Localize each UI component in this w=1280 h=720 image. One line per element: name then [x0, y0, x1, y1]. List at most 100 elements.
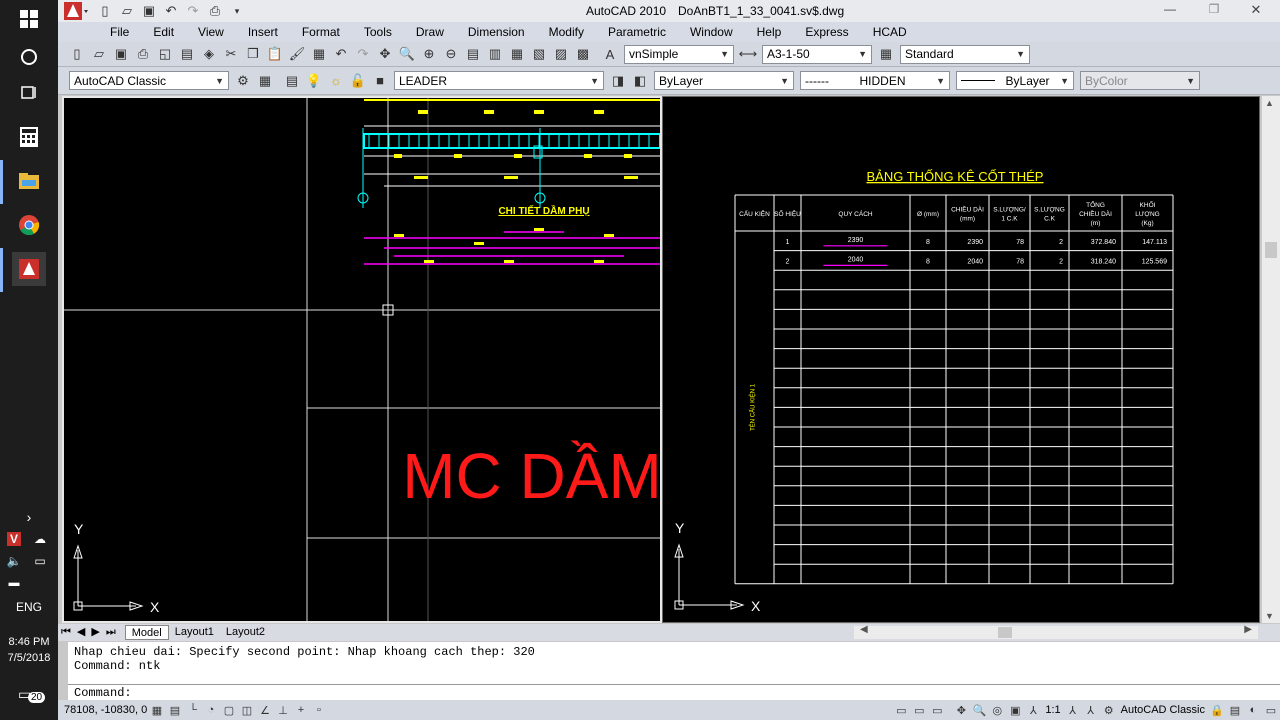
zoom-realtime-icon[interactable]: 🔍	[397, 44, 417, 64]
command-input[interactable]: Command:	[68, 684, 1280, 700]
menu-window[interactable]: Window	[678, 25, 745, 39]
lineweight-select[interactable]: ByLayer ▼	[956, 71, 1074, 90]
first-tab-icon[interactable]: ⏮	[58, 625, 74, 640]
text-style-select[interactable]: vnSimple ▼	[624, 44, 734, 64]
3d-osnap-icon[interactable]: ◫	[238, 702, 256, 718]
clock-time[interactable]: 8:46 PM	[0, 636, 58, 648]
paste-icon[interactable]: 📋	[265, 44, 285, 64]
make-current-layer-icon[interactable]: ◨	[608, 71, 628, 91]
quick-view-layouts-icon[interactable]: ▭	[910, 702, 928, 718]
zoom-previous-icon[interactable]: ⊖	[441, 44, 461, 64]
layer-select[interactable]: LEADER ▼	[394, 71, 604, 90]
layer-unlock-icon[interactable]: 🔓	[348, 71, 368, 91]
isolate-objects-icon[interactable]: ◐	[1244, 702, 1262, 718]
vertical-scroll-thumb[interactable]	[1265, 242, 1277, 258]
close-button[interactable]: ✕	[1244, 2, 1268, 18]
object-snap-icon[interactable]: ▢	[220, 702, 238, 718]
last-tab-icon[interactable]: ⏭	[103, 625, 119, 640]
layer-on-bulb-icon[interactable]: 💡	[304, 71, 324, 91]
auto-scale-icon[interactable]: ⅄	[1082, 702, 1100, 718]
new-qa-icon[interactable]: ▯	[95, 1, 115, 21]
save-qa-icon[interactable]: ▣	[139, 1, 159, 21]
ortho-mode-icon[interactable]: └	[184, 702, 202, 718]
zoom-status-icon[interactable]: 🔍	[970, 702, 988, 718]
open-icon[interactable]: ▱	[89, 44, 109, 64]
menu-insert[interactable]: Insert	[236, 25, 290, 39]
redo-qa-icon[interactable]: ↷	[183, 1, 203, 21]
toolbar-lock-icon[interactable]: 🔒	[1208, 702, 1226, 718]
workspace-settings-icon[interactable]: ⚙	[233, 71, 253, 91]
menu-format[interactable]: Format	[290, 25, 352, 39]
table-style-select[interactable]: Standard ▼	[900, 44, 1030, 64]
menu-modify[interactable]: Modify	[537, 25, 596, 39]
right-viewport[interactable]: BẢNG THỐNG KÊ CỐT THÉP CẤU KIỆN SỐ HIỆU QU…	[662, 96, 1260, 623]
menu-file[interactable]: File	[98, 25, 141, 39]
quick-access-dropdown-icon[interactable]: ▾	[227, 1, 247, 21]
tool-palettes-icon[interactable]: ▦	[507, 44, 527, 64]
showmotion-icon[interactable]: ▣	[1006, 702, 1024, 718]
left-drawing-canvas[interactable]: CHI TIẾT DẦM PHỤ MC DẦM Y X	[64, 98, 662, 621]
cortana-icon[interactable]	[12, 40, 46, 74]
scroll-left-icon[interactable]: ◀	[860, 624, 868, 635]
markup-icon[interactable]: ▨	[551, 44, 571, 64]
task-view-icon[interactable]	[12, 76, 46, 110]
prev-tab-icon[interactable]: ◀	[74, 625, 88, 640]
menu-express[interactable]: Express	[793, 25, 860, 39]
snap-mode-icon[interactable]: ▦	[148, 702, 166, 718]
properties-icon[interactable]: ▤	[463, 44, 483, 64]
network-icon[interactable]: ▭	[28, 544, 52, 578]
redo-icon[interactable]: ↷	[353, 44, 373, 64]
dim-style-icon[interactable]: ⟷	[738, 44, 758, 64]
scroll-right-icon[interactable]: ▶	[1244, 624, 1252, 635]
qnew-icon[interactable]: ▯	[67, 44, 87, 64]
undo-icon[interactable]: ↶	[331, 44, 351, 64]
open-qa-icon[interactable]: ▱	[117, 1, 137, 21]
scroll-up-icon[interactable]: ▲	[1265, 98, 1274, 108]
clock-date[interactable]: 7/5/2018	[0, 652, 58, 664]
plot-icon[interactable]: ⎙	[133, 44, 153, 64]
layer-color-swatch-icon[interactable]: ■	[370, 71, 390, 91]
dynamic-input-icon[interactable]: +	[292, 702, 310, 718]
design-center-icon[interactable]: ▥	[485, 44, 505, 64]
copy-icon[interactable]: ❐	[243, 44, 263, 64]
vertical-scrollbar[interactable]: ▲ ▼	[1262, 96, 1280, 623]
undo-qa-icon[interactable]: ↶	[161, 1, 181, 21]
autocad-taskbar-icon[interactable]	[12, 252, 46, 286]
quickcalc-icon[interactable]: ▩	[573, 44, 593, 64]
language-indicator[interactable]: ENG	[0, 600, 58, 614]
plot-preview-icon[interactable]: ◱	[155, 44, 175, 64]
layer-previous-icon[interactable]: ◧	[630, 71, 650, 91]
grid-display-icon[interactable]: ▤	[166, 702, 184, 718]
clean-screen-icon[interactable]: ▭	[1262, 702, 1280, 718]
annotation-scale-value[interactable]: 1:1	[1042, 704, 1063, 716]
text-style-icon[interactable]: A	[600, 44, 620, 64]
3d-dwf-icon[interactable]: ◈	[199, 44, 219, 64]
scroll-down-icon[interactable]: ▼	[1265, 611, 1274, 621]
save-icon[interactable]: ▣	[111, 44, 131, 64]
tab-layout1[interactable]: Layout1	[169, 625, 220, 640]
horizontal-scroll-thumb[interactable]	[998, 627, 1012, 638]
menu-parametric[interactable]: Parametric	[596, 25, 678, 39]
next-tab-icon[interactable]: ▶	[88, 625, 102, 640]
layer-properties-icon[interactable]: ▤	[282, 71, 302, 91]
plot-qa-icon[interactable]: ⎙	[205, 1, 225, 21]
menu-draw[interactable]: Draw	[404, 25, 456, 39]
menu-dimension[interactable]: Dimension	[456, 25, 537, 39]
coordinate-readout[interactable]: 78108, -10830, 0	[58, 704, 148, 716]
maximize-button[interactable]: ❐	[1202, 2, 1226, 16]
sheet-set-icon[interactable]: ▧	[529, 44, 549, 64]
dim-style-select[interactable]: A3-1-50 ▼	[762, 44, 872, 64]
file-explorer-icon[interactable]	[12, 164, 46, 198]
annotation-visibility-icon[interactable]: ⅄	[1064, 702, 1082, 718]
menu-help[interactable]: Help	[745, 25, 794, 39]
calculator-icon[interactable]	[12, 120, 46, 154]
battery-icon[interactable]: ▬	[4, 566, 24, 600]
publish-icon[interactable]: ▤	[177, 44, 197, 64]
zoom-window-icon[interactable]: ⊕	[419, 44, 439, 64]
cut-icon[interactable]: ✂	[221, 44, 241, 64]
workspace-switching-icon[interactable]: ⚙	[1100, 702, 1118, 718]
autocad-application-menu-icon[interactable]	[58, 0, 94, 22]
windows-start-icon[interactable]	[12, 2, 46, 36]
steeringwheel-icon[interactable]: ◎	[988, 702, 1006, 718]
pan-status-icon[interactable]: ✥	[952, 702, 970, 718]
